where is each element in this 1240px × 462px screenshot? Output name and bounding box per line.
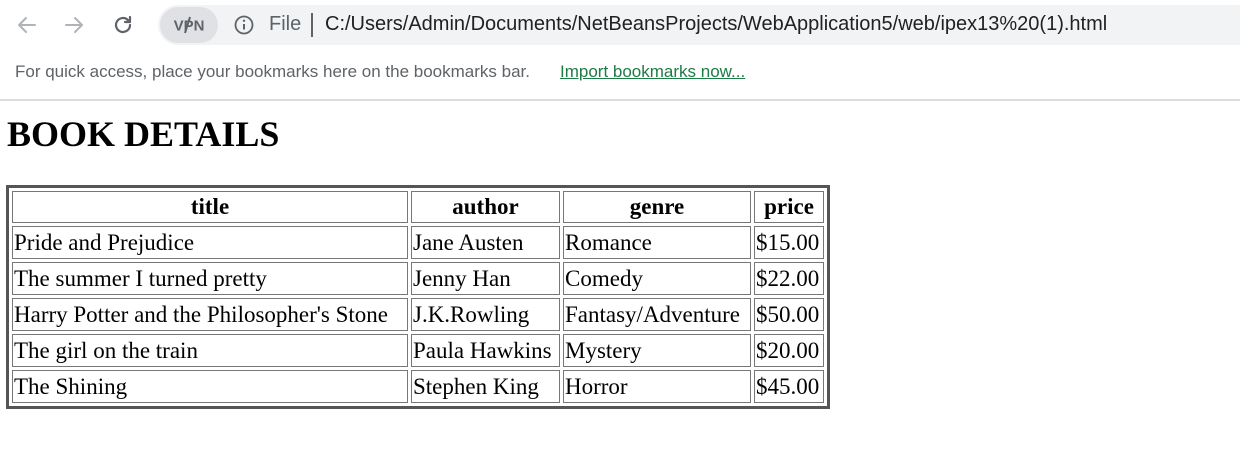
cell-author: Paula Hawkins [411,334,560,367]
table-row: Pride and Prejudice Jane Austen Romance … [12,226,824,259]
table-row: The girl on the train Paula Hawkins Myst… [12,334,824,367]
table-row: The summer I turned pretty Jenny Han Com… [12,262,824,295]
book-table-container: title author genre price Pride and Preju… [6,185,830,409]
bookmarks-bar: For quick access, place your bookmarks h… [0,50,1240,101]
back-icon [18,17,36,33]
cell-genre: Fantasy/Adventure [563,298,751,331]
forward-button[interactable] [57,8,91,42]
url-text[interactable]: C:/Users/Admin/Documents/NetBeansProject… [325,13,1107,36]
cell-price: $15.00 [754,226,824,259]
vpn-icon: VPN [174,16,204,35]
cell-author: Jane Austen [411,226,560,259]
cell-genre: Mystery [563,334,751,367]
forward-icon [65,17,83,33]
back-button[interactable] [10,8,44,42]
vpn-button[interactable]: VPN [160,7,218,43]
cell-title: Harry Potter and the Philosopher's Stone [12,298,408,331]
scheme-label: File [269,13,302,35]
cell-title: The girl on the train [12,334,408,367]
page-content: BOOK DETAILS title author genre price Pr… [0,101,1240,462]
info-icon[interactable] [233,14,255,36]
table-row: Harry Potter and the Philosopher's Stone… [12,298,824,331]
table-row: The Shining Stephen King Horror $45.00 [12,370,824,403]
column-header-author: author [411,191,560,223]
address-bar[interactable]: VPN File C:/Users/Admin/Documents/NetBea… [158,5,1240,45]
cell-author: Stephen King [411,370,560,403]
cell-title: The Shining [12,370,408,403]
cell-price: $22.00 [754,262,824,295]
column-header-title: title [12,191,408,223]
cell-title: The summer I turned pretty [12,262,408,295]
cell-author: J.K.Rowling [411,298,560,331]
cell-genre: Horror [563,370,751,403]
page-title: BOOK DETAILS [7,114,280,154]
cell-price: $50.00 [754,298,824,331]
cell-price: $45.00 [754,370,824,403]
cell-author: Jenny Han [411,262,560,295]
browser-toolbar: VPN File C:/Users/Admin/Documents/NetBea… [0,0,1240,50]
cell-title: Pride and Prejudice [12,226,408,259]
cell-genre: Comedy [563,262,751,295]
omnibox-divider [311,13,313,37]
column-header-price: price [754,191,824,223]
column-header-genre: genre [563,191,751,223]
import-bookmarks-link[interactable]: Import bookmarks now... [560,62,745,82]
book-table: title author genre price Pride and Preju… [6,185,830,409]
bookmarks-bar-message: For quick access, place your bookmarks h… [15,62,530,81]
table-header-row: title author genre price [12,191,824,223]
cell-genre: Romance [563,226,751,259]
cell-price: $20.00 [754,334,824,367]
reload-icon [114,15,132,34]
reload-button[interactable] [106,8,140,42]
